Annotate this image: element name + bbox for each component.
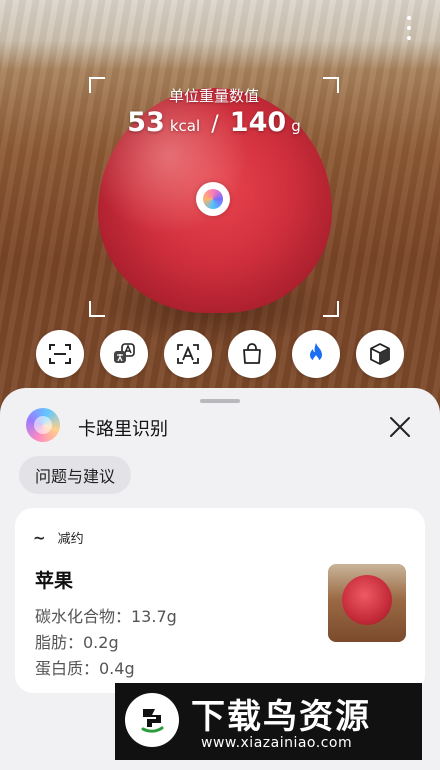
- diet-tag: ~ 减约: [33, 528, 84, 548]
- watermark-banner: 下载鸟资源 www.xiazainiao.com: [115, 683, 422, 760]
- text-recognition-icon: [177, 344, 199, 364]
- tilde-icon: ~: [33, 528, 46, 547]
- feedback-button[interactable]: 问题与建议: [19, 456, 132, 494]
- mode-object-button[interactable]: [356, 330, 404, 378]
- nutrient-fat: 脂肪：0.2g: [35, 633, 119, 652]
- watermark-url: www.xiazainiao.com: [201, 735, 353, 751]
- sheet-drag-handle[interactable]: [200, 399, 240, 403]
- calories-unit: kcal: [169, 117, 201, 135]
- flame-icon: [310, 343, 322, 363]
- mode-scan-button[interactable]: [36, 330, 84, 378]
- bird-logo-icon: [125, 693, 179, 747]
- mode-calorie-button[interactable]: [292, 330, 340, 378]
- mode-shopping-button[interactable]: [228, 330, 276, 378]
- frame-corner-bottom-right: [323, 301, 339, 317]
- box-icon: [370, 343, 390, 365]
- unit-weight-title: 单位重量数值: [168, 87, 259, 105]
- food-name: 苹果: [35, 570, 74, 592]
- diet-tag-label: 减约: [57, 532, 84, 547]
- focus-point-icon[interactable]: [196, 182, 230, 216]
- watermark-title: 下载鸟资源: [191, 697, 371, 737]
- translate-icon: [114, 343, 135, 363]
- calories-value: 53: [127, 107, 165, 138]
- assistant-logo-icon: [26, 408, 60, 442]
- mode-text-button[interactable]: [164, 330, 212, 378]
- calorie-readout: 53 kcal / 140 g: [89, 107, 339, 138]
- nutrient-carbs: 碳水化合物：13.7g: [35, 607, 177, 626]
- mode-selector: [36, 330, 406, 380]
- food-thumbnail[interactable]: [328, 564, 406, 642]
- apple-thumbnail-image: [342, 575, 392, 625]
- more-options-icon[interactable]: [404, 16, 414, 40]
- readout-separator: /: [211, 112, 219, 137]
- nutrient-protein: 蛋白质：0.4g: [35, 659, 135, 678]
- frame-corner-bottom-left: [89, 301, 105, 317]
- scan-icon: [49, 344, 71, 364]
- shopping-bag-icon: [243, 343, 261, 364]
- weight-value: 140: [229, 107, 287, 138]
- food-result-card[interactable]: ~ 减约 苹果 碳水化合物：13.7g 脂肪：0.2g 蛋白质：0.4g: [15, 508, 425, 693]
- mode-translate-button[interactable]: [100, 330, 148, 378]
- weight-unit: g: [291, 117, 301, 135]
- close-icon[interactable]: [386, 413, 414, 441]
- sheet-title: 卡路里识别: [78, 419, 168, 440]
